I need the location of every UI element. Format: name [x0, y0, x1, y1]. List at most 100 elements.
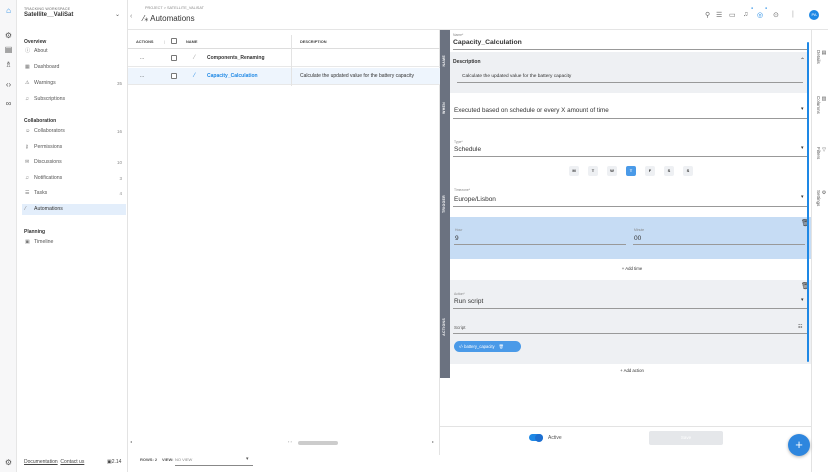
minute-input[interactable]: 00 — [634, 235, 641, 242]
caret-down-icon[interactable]: ▾ — [801, 106, 804, 112]
avatar[interactable]: PA — [809, 10, 819, 20]
weekday-button[interactable]: F — [645, 166, 655, 176]
help-icon[interactable]: ⊙ — [773, 11, 779, 19]
column-header-actions[interactable]: ACTIONS — [136, 39, 154, 44]
weekday-button[interactable]: T — [588, 166, 598, 176]
documentation-link[interactable]: Documentation — [24, 459, 58, 465]
scroll-right-arrow[interactable]: ▸ — [432, 439, 434, 444]
scroll-thumb[interactable] — [298, 441, 338, 445]
sidebar-item-label: Permissions — [34, 144, 63, 150]
automation-details-panel: NAME Name* Capacity_Calculation Descript… — [440, 30, 811, 455]
caret-down-icon[interactable]: ▾ — [801, 297, 804, 303]
chevron-down-icon[interactable]: ⌄ — [115, 11, 120, 18]
sidebar-item-timeline[interactable]: ▣ Timeline — [22, 237, 126, 248]
scroll-left-arrow[interactable]: ◂ — [130, 439, 132, 444]
add-action-button[interactable]: + Add action — [462, 368, 802, 373]
script-chip[interactable]: ‹/› battery_capacity 🗑 — [454, 341, 521, 352]
settings-gear-icon[interactable]: ⚙ — [4, 458, 13, 467]
add-automation-button[interactable]: + — [788, 434, 810, 456]
sidebar-item-notifications[interactable]: ♫ Notifications 3 — [22, 173, 126, 184]
caret-down-icon[interactable]: ▾ — [801, 145, 804, 151]
add-time-button[interactable]: + Add time — [462, 266, 802, 271]
tab-columns[interactable]: ▥ Columns — [816, 96, 827, 114]
collapse-sidebar-icon[interactable]: ‹ — [130, 13, 132, 20]
description-input[interactable]: Calculate the updated value for the batt… — [462, 74, 571, 79]
breadcrumb[interactable]: PROJECT > SATELLITE_VALISAT — [145, 6, 204, 10]
action-select[interactable]: Run script — [454, 298, 483, 305]
tab-settings[interactable]: ⚙ Settings — [816, 190, 827, 206]
code-icon[interactable]: ‹› — [4, 80, 13, 89]
warning-icon: ⚠ — [25, 80, 30, 86]
weekday-button[interactable]: T — [626, 166, 636, 176]
table-row[interactable]: ... ⁄ Capacity_Calculation Calculate the… — [128, 68, 440, 85]
tasks-icon[interactable]: ◎ — [757, 11, 763, 19]
trash-icon[interactable]: 🗑 — [499, 344, 504, 349]
weekday-button[interactable]: S — [664, 166, 674, 176]
row-actions-menu[interactable]: ... — [140, 73, 144, 79]
section-strip-trigger: TRIGGER — [440, 128, 450, 280]
count-badge: 35 — [116, 81, 122, 86]
row-name[interactable]: Components_Renaming — [207, 55, 265, 61]
weekday-button[interactable]: S — [683, 166, 693, 176]
dashboard-icon: ▦ — [25, 64, 30, 70]
panel-scrollbar[interactable] — [807, 42, 809, 362]
contact-link[interactable]: Contact us — [60, 459, 84, 465]
list-settings-icon[interactable]: ☷ — [798, 324, 802, 330]
sidebar-item-dashboard[interactable]: ▦ Dashboard — [22, 62, 126, 73]
search-icon[interactable]: ⚲ — [705, 11, 710, 19]
sidebar-item-tasks[interactable]: ☰ Tasks 4 — [22, 188, 126, 199]
name-input[interactable]: Capacity_Calculation — [453, 39, 522, 46]
row-actions-menu[interactable]: ... — [140, 55, 144, 61]
column-header-name[interactable]: NAME — [186, 39, 197, 44]
strip-label: WHEN — [442, 102, 446, 114]
bell-icon[interactable]: ♫ — [743, 11, 748, 18]
hour-input[interactable]: 9 — [455, 235, 459, 242]
link-icon[interactable]: ∞ — [4, 99, 13, 108]
strip-label: TRIGGER — [442, 195, 446, 214]
column-header-description[interactable]: DESCRIPTION — [300, 39, 327, 44]
caret-down-icon[interactable]: ▾ — [246, 456, 249, 462]
save-button[interactable]: Save — [649, 431, 723, 445]
timezone-select[interactable]: Europe/Lisbon — [454, 196, 496, 203]
caret-down-icon[interactable]: ▾ — [801, 194, 804, 200]
scroll-controls[interactable]: ‹ › — [288, 439, 292, 444]
tab-details[interactable]: ▤ Details — [816, 50, 827, 64]
filter-icon: ▽ — [821, 147, 827, 153]
clipboard-icon[interactable]: ▤ — [4, 45, 13, 54]
collapse-up-icon[interactable]: ⌃ — [800, 57, 805, 64]
select-all-checkbox[interactable] — [171, 38, 177, 44]
row-checkbox[interactable] — [171, 55, 177, 61]
sidebar-item-permissions[interactable]: ⚷ Permissions — [22, 142, 126, 153]
apps-icon[interactable]: ⚙ — [4, 31, 13, 40]
columns-icon: ▥ — [821, 96, 827, 102]
when-select[interactable]: Executed based on schedule or every X am… — [454, 107, 609, 114]
view-select[interactable]: NO VIEW — [175, 457, 192, 462]
row-name[interactable]: Capacity_Calculation — [207, 73, 258, 79]
row-checkbox[interactable] — [171, 73, 177, 79]
divider: | — [792, 11, 794, 18]
filter-list-icon[interactable]: ☰ — [716, 11, 722, 19]
sidebar-item-discussions[interactable]: ✉ Discussions 10 — [22, 157, 126, 168]
hierarchy-icon[interactable]: ♗ — [4, 60, 13, 69]
sidebar-item-about[interactable]: ⓘ About — [22, 46, 126, 57]
sidebar-item-subscriptions[interactable]: ♫ Subscriptions — [22, 94, 126, 105]
minute-underline — [633, 244, 805, 245]
table-row[interactable]: ... ⁄ Components_Renaming — [128, 50, 440, 67]
sidebar-item-label: Discussions — [34, 159, 62, 165]
weekday-button[interactable]: W — [607, 166, 617, 176]
horizontal-scrollbar[interactable]: ◂ ‹ › ▸ — [128, 439, 440, 447]
home-icon[interactable]: ⌂ — [4, 6, 13, 15]
chat-icon[interactable]: ▭ — [729, 11, 736, 19]
sidebar-item-automations[interactable]: ⁄ Automations — [22, 204, 126, 215]
weekday-button[interactable]: M — [569, 166, 579, 176]
sidebar-item-label: About — [34, 48, 48, 54]
sidebar-item-warnings[interactable]: ⚠ Warnings 35 — [22, 78, 126, 89]
chat-icon: ✉ — [25, 159, 30, 165]
workspace-name[interactable]: Satellite__ValiSat — [24, 12, 73, 18]
tab-label: Settings — [816, 190, 821, 207]
tab-filters[interactable]: ▽ Filters — [816, 147, 827, 159]
active-toggle[interactable] — [529, 433, 543, 442]
type-select[interactable]: Schedule — [454, 146, 481, 153]
bell-icon: ♫ — [25, 175, 29, 181]
sidebar-item-collaborators[interactable]: ☺ Collaborators 16 — [22, 126, 126, 137]
